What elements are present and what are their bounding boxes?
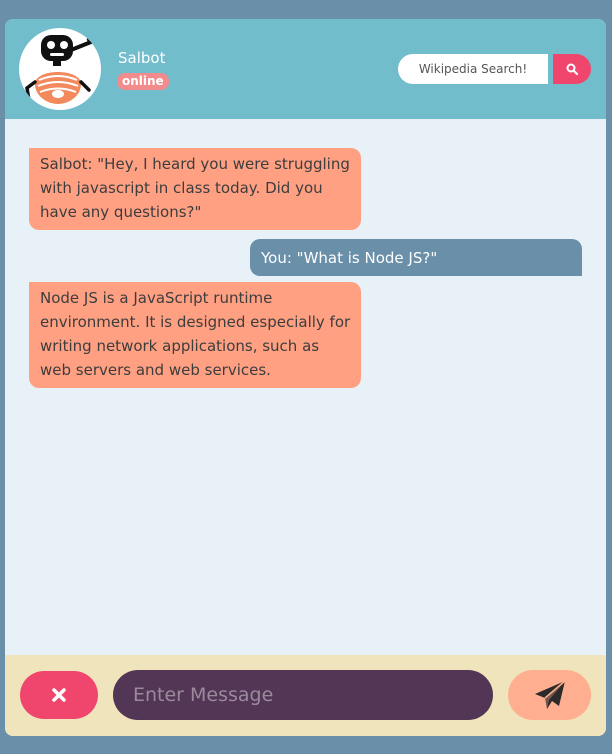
chat-footer <box>5 655 606 736</box>
message-input[interactable] <box>113 670 493 720</box>
cancel-button[interactable] <box>20 671 98 719</box>
status-badge: online <box>117 73 169 90</box>
search-icon <box>566 63 578 75</box>
bot-message: Salbot: "Hey, I heard you were strugglin… <box>29 148 361 230</box>
user-message: You: "What is Node JS?" <box>250 239 582 276</box>
search-button[interactable] <box>553 54 591 84</box>
message-list: Salbot: "Hey, I heard you were strugglin… <box>5 119 606 655</box>
bot-message: Node JS is a JavaScript runtime environm… <box>29 282 361 388</box>
chat-window: Salbot online Salbot: "Hey, I heard you … <box>5 19 606 736</box>
bot-avatar <box>19 28 101 110</box>
bot-name: Salbot <box>118 49 166 67</box>
close-icon <box>52 688 66 702</box>
paper-plane-icon <box>534 680 565 709</box>
wikipedia-search-input[interactable] <box>398 54 548 84</box>
send-button[interactable] <box>508 670 591 720</box>
chat-header: Salbot online <box>5 19 606 119</box>
robot-salmon-icon <box>25 34 98 105</box>
